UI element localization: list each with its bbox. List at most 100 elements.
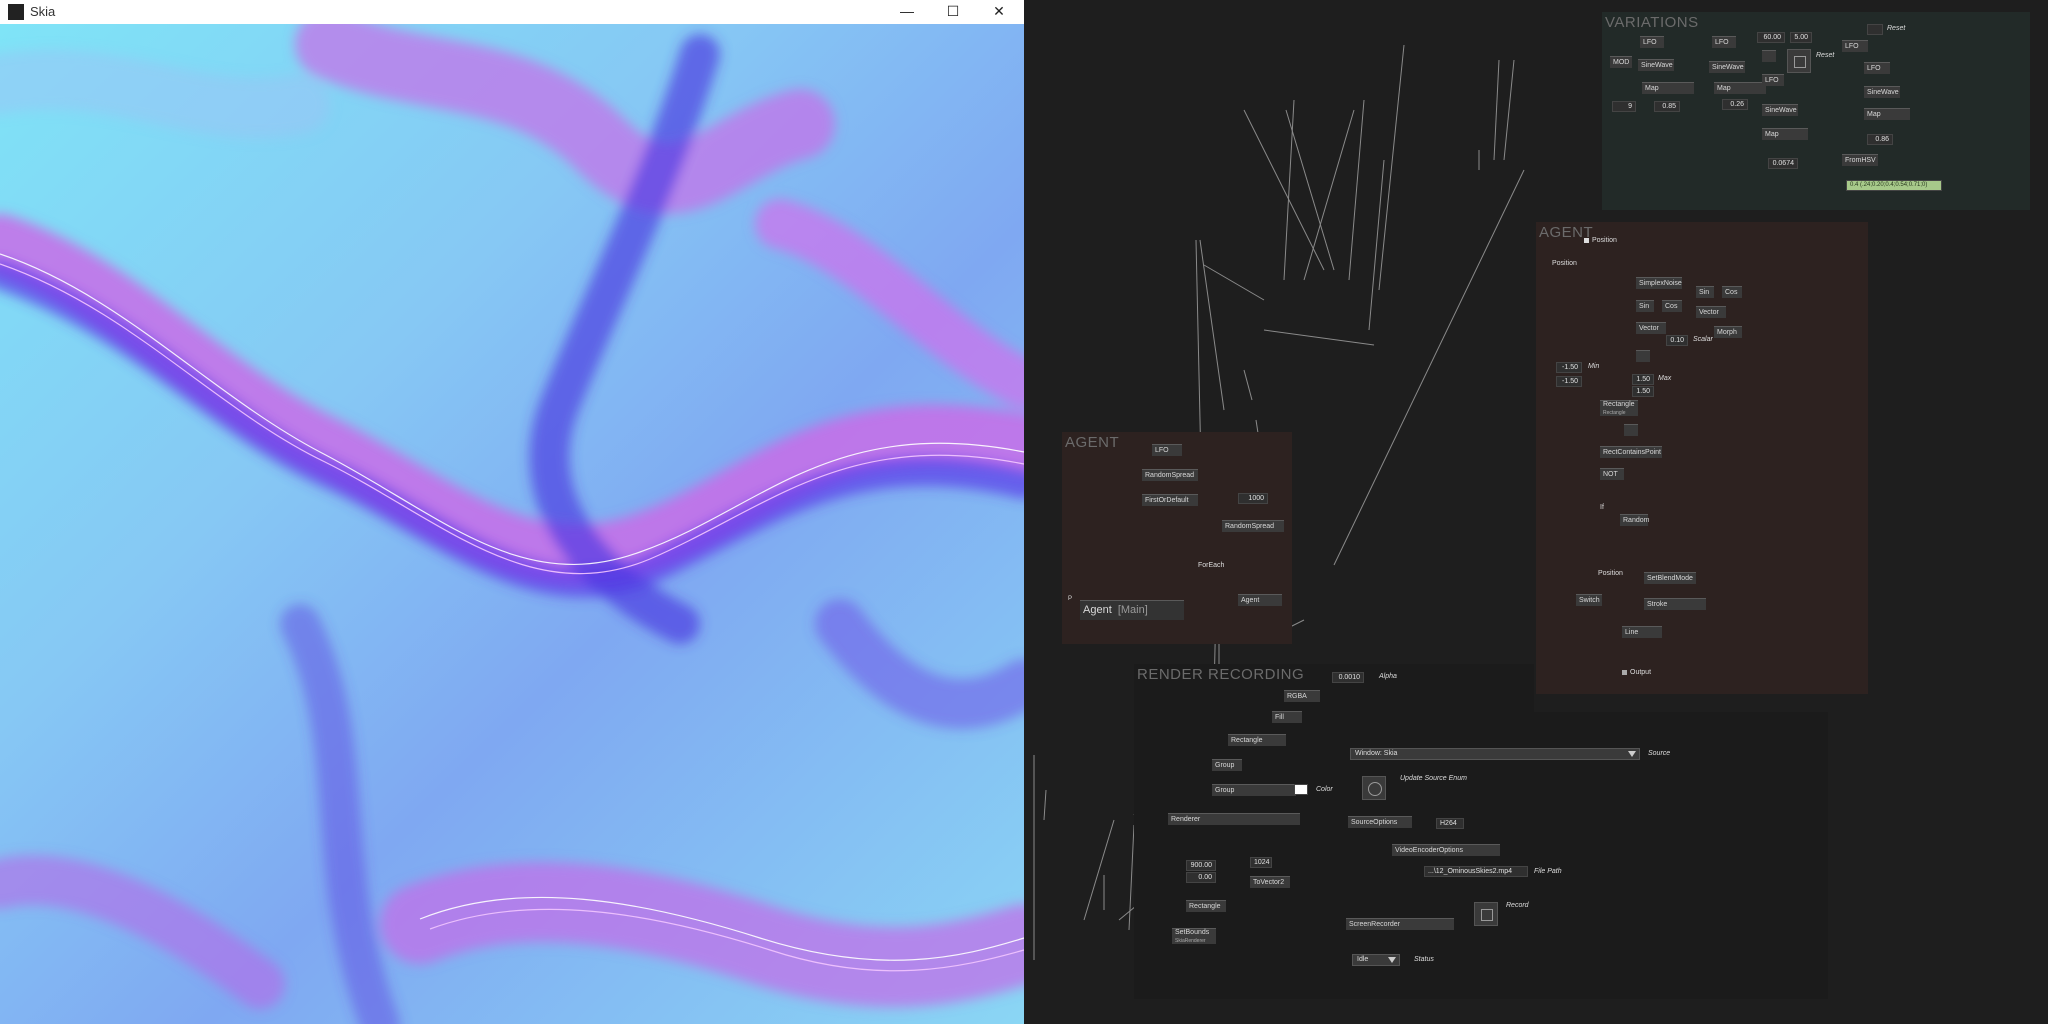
min-value[interactable]: -1.50	[1556, 362, 1582, 373]
switch-node[interactable]: Switch	[1576, 594, 1602, 606]
update-source-bang[interactable]	[1362, 776, 1386, 800]
reset-toggle[interactable]	[1787, 49, 1811, 73]
sinewave-node[interactable]: SineWave	[1709, 61, 1745, 73]
region-variations[interactable]: VARIATIONS LFO LFO MOD SineWave SineWave…	[1602, 12, 2030, 210]
randomspread-node[interactable]: RandomSpread	[1222, 520, 1284, 532]
value-box[interactable]: 0.86	[1867, 134, 1893, 145]
value-box[interactable]: 9	[1612, 101, 1636, 112]
videoencoderoptions-node[interactable]: VideoEncoderOptions	[1392, 844, 1500, 856]
rectangle-node-label: Rectangle	[1603, 401, 1635, 408]
region-render[interactable]: RENDER RECORDING	[1134, 664, 1534, 999]
alpha-value[interactable]: 0.0010	[1332, 672, 1364, 683]
sourceoptions-node[interactable]: SourceOptions	[1348, 816, 1412, 828]
sinewave-node[interactable]: SineWave	[1864, 86, 1900, 98]
map-node[interactable]: Map	[1762, 128, 1808, 140]
agent-definition[interactable]: Agent [Main]	[1080, 600, 1184, 620]
simplexnoise-node[interactable]: SimplexNoise	[1636, 277, 1682, 289]
chevron-down-icon	[1628, 751, 1636, 757]
sinewave-node[interactable]: SineWave	[1638, 59, 1674, 71]
agent-node[interactable]: Agent	[1238, 594, 1282, 606]
sin-node[interactable]: Sin	[1636, 300, 1654, 312]
lfo-node[interactable]: LFO	[1864, 62, 1890, 74]
line-node[interactable]: Line	[1622, 626, 1662, 638]
vector-node[interactable]: Vector	[1636, 322, 1666, 334]
value-box[interactable]: 0.85	[1654, 101, 1680, 112]
status-dropdown[interactable]: Idle	[1352, 954, 1400, 966]
group-node[interactable]: Group	[1212, 759, 1242, 771]
group-node[interactable]: Group	[1212, 784, 1296, 796]
patch-editor[interactable]: VARIATIONS LFO LFO MOD SineWave SineWave…	[1024, 0, 2048, 1024]
agent-definition-main: [Main]	[1117, 604, 1148, 616]
cos-node[interactable]: Cos	[1722, 286, 1742, 298]
cos-node[interactable]: Cos	[1662, 300, 1682, 312]
min-value[interactable]: -1.50	[1556, 376, 1582, 387]
setblendmode-node[interactable]: SetBlendMode	[1644, 572, 1696, 584]
vector-node[interactable]: Vector	[1696, 306, 1726, 318]
fill-node[interactable]: Fill	[1272, 711, 1302, 723]
tovector2-node[interactable]: ToVector2	[1250, 876, 1290, 888]
height-value[interactable]: 0.00	[1186, 872, 1216, 883]
rectangle-node-sub: Rectangle	[1603, 410, 1626, 416]
random-node[interactable]: Random	[1620, 514, 1649, 526]
count-value[interactable]: 1000	[1238, 493, 1268, 504]
value-box[interactable]: 0.0674	[1768, 158, 1798, 169]
lfo-node[interactable]: LFO	[1712, 36, 1736, 48]
value-box[interactable]: 5.00	[1790, 32, 1812, 43]
morph-node[interactable]: Morph	[1714, 326, 1742, 338]
skia-window[interactable]: Skia — ☐ ✕	[0, 0, 1024, 1024]
sin-node[interactable]: Sin	[1696, 286, 1714, 298]
scalar-value[interactable]: 0.10	[1666, 335, 1688, 346]
rectcontainspoint-node[interactable]: RectContainsPoint	[1600, 446, 1662, 458]
filepath-value[interactable]: ...\12_OminousSkies2.mp4	[1424, 866, 1528, 877]
operator-node[interactable]	[1636, 350, 1650, 362]
rectangle-node[interactable]: Rectangle Rectangle	[1600, 400, 1638, 416]
setbounds-node[interactable]: SetBounds SkiaRenderer	[1172, 928, 1216, 944]
value-box[interactable]: 60.00	[1757, 32, 1785, 43]
app-icon	[8, 4, 24, 20]
value-box[interactable]: 0.26	[1722, 99, 1748, 110]
max-value[interactable]: 1.50	[1632, 386, 1654, 397]
maximize-button[interactable]: ☐	[930, 0, 976, 24]
sinewave-node[interactable]: SineWave	[1762, 104, 1798, 116]
color-label: Color	[1316, 786, 1333, 793]
screenrecorder-node[interactable]: ScreenRecorder	[1346, 918, 1454, 930]
rectangle-node[interactable]: Rectangle	[1186, 900, 1226, 912]
lfo-node[interactable]: LFO	[1762, 74, 1784, 86]
size-value[interactable]: 1024	[1250, 857, 1272, 868]
stroke-node[interactable]: Stroke	[1644, 598, 1706, 610]
lfo-node[interactable]: LFO	[1842, 40, 1868, 52]
if-label: If	[1600, 504, 1604, 511]
lfo-node[interactable]: LFO	[1640, 36, 1664, 48]
color-value[interactable]: 0.4 (.24;0.20;0.4;0.54;0.71;0)	[1846, 180, 1942, 191]
close-button[interactable]: ✕	[976, 0, 1022, 24]
map-node[interactable]: Map	[1714, 82, 1766, 94]
minimize-button[interactable]: —	[884, 0, 930, 24]
not-node[interactable]: NOT	[1600, 468, 1624, 480]
input-pin[interactable]	[1584, 238, 1589, 243]
reset-button[interactable]	[1867, 24, 1883, 35]
pin-p-label: P	[1068, 596, 1073, 602]
width-value[interactable]: 900.00	[1186, 860, 1216, 871]
color-swatch[interactable]	[1294, 784, 1308, 795]
codec-value[interactable]: H264	[1436, 818, 1464, 829]
mod-node[interactable]: MOD	[1610, 56, 1632, 68]
map-node[interactable]: Map	[1642, 82, 1694, 94]
randomspread-node[interactable]: RandomSpread	[1142, 469, 1198, 481]
source-dropdown[interactable]: Window: Skia	[1350, 748, 1640, 760]
firstordefault-node[interactable]: FirstOrDefault	[1142, 494, 1198, 506]
region-agent-right[interactable]: AGENT Position Position SimplexNoise Sin…	[1536, 222, 1868, 694]
source-label: Source	[1648, 750, 1671, 757]
rgba-node[interactable]: RGBA	[1284, 690, 1320, 702]
operator-node[interactable]	[1762, 50, 1776, 62]
renderer-node[interactable]: Renderer	[1168, 813, 1300, 825]
map-node[interactable]: Map	[1864, 108, 1910, 120]
max-value[interactable]: 1.50	[1632, 374, 1654, 385]
rectangle-node[interactable]: Rectangle	[1228, 734, 1286, 746]
titlebar[interactable]: Skia — ☐ ✕	[0, 0, 1024, 24]
region-agent-left[interactable]: AGENT LFO RandomSpread FirstOrDefault 10…	[1062, 432, 1292, 644]
output-pin[interactable]	[1622, 670, 1627, 675]
operator-node[interactable]	[1624, 424, 1638, 436]
fromhsv-node[interactable]: FromHSV	[1842, 154, 1878, 166]
lfo-node[interactable]: LFO	[1152, 444, 1182, 456]
record-toggle[interactable]	[1474, 902, 1498, 926]
